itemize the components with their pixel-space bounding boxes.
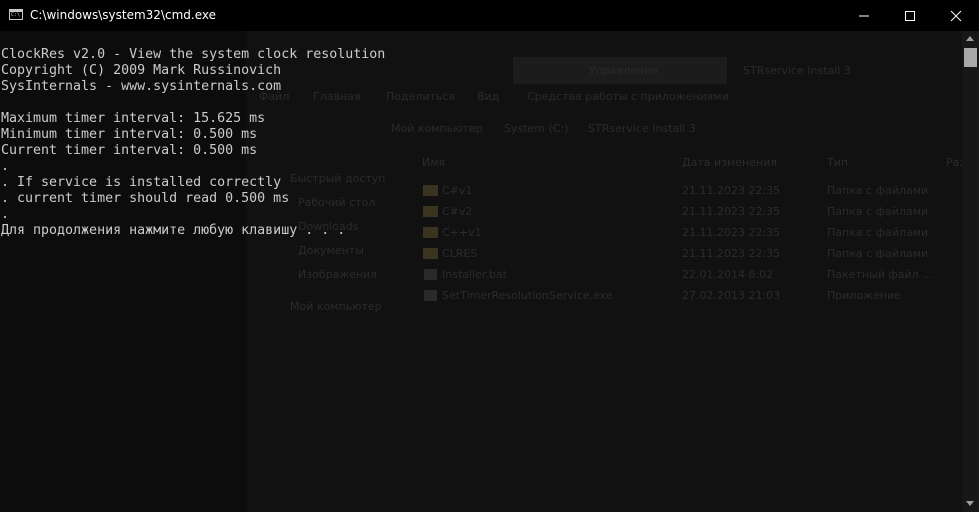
folder-icon bbox=[423, 248, 438, 259]
console-line: Maximum timer interval: 15.625 ms bbox=[1, 111, 266, 126]
close-icon bbox=[950, 10, 962, 22]
console-line: ClockRes v2.0 - View the system clock re… bbox=[1, 47, 386, 62]
file-type: Папка с файлами bbox=[827, 205, 929, 218]
file-name: Installer.bat bbox=[442, 268, 507, 281]
console-line: Minimum timer interval: 0.500 ms bbox=[1, 127, 258, 142]
file-type: Папка с файлами bbox=[827, 184, 929, 197]
sidebar-pictures: Изображения bbox=[298, 268, 377, 281]
file-type: Приложение bbox=[827, 289, 901, 302]
breadcrumb-drive: System (C:) bbox=[504, 122, 569, 135]
minimize-icon bbox=[859, 15, 869, 17]
file-name: C#v1 bbox=[442, 184, 473, 197]
console-output[interactable]: ClockRes v2.0 - View the system clock re… bbox=[1, 47, 385, 239]
vertical-scrollbar[interactable] bbox=[962, 31, 979, 512]
chevron-up-icon bbox=[966, 36, 974, 41]
file-date: 27.02.2013 21:03 bbox=[682, 289, 781, 302]
cmd-icon-text: C:\ bbox=[11, 12, 21, 18]
console-line: . bbox=[1, 207, 10, 222]
scrollbar-thumb[interactable] bbox=[964, 48, 977, 67]
console-line: Copyright (C) 2009 Mark Russinovich bbox=[1, 63, 282, 78]
title-bar[interactable]: C:\ C:\windows\system32\cmd.exe bbox=[0, 0, 979, 31]
ribbon-manage-label: Управление bbox=[589, 64, 659, 77]
maximize-button[interactable] bbox=[887, 0, 933, 31]
breadcrumb-folder: STRservice Install 3 bbox=[588, 122, 696, 135]
file-name: C#v2 bbox=[442, 205, 473, 218]
close-button[interactable] bbox=[933, 0, 979, 31]
sidebar-documents: Документы bbox=[298, 244, 364, 257]
file-date: 22.01.2014 8:02 bbox=[682, 268, 774, 281]
console-line: Current timer interval: 0.500 ms bbox=[1, 143, 258, 158]
sidebar-my-computer: Мой компьютер bbox=[290, 300, 382, 313]
console-line: . If service is installed correctly bbox=[1, 175, 282, 190]
menu-share: Поделиться bbox=[386, 90, 456, 103]
file-type: Папка с файлами bbox=[827, 226, 929, 239]
menu-app-tools: Средства работы с приложениями bbox=[527, 90, 729, 103]
file-name: SetTimerResolutionService.exe bbox=[442, 289, 613, 302]
file-type: Папка с файлами bbox=[827, 247, 929, 260]
file-date: 21.11.2023 22:35 bbox=[682, 226, 781, 239]
minimize-button[interactable] bbox=[841, 0, 887, 31]
file-date: 21.11.2023 22:35 bbox=[682, 205, 781, 218]
console-line: Для продолжения нажмите любую клавишу . … bbox=[1, 223, 346, 238]
folder-icon bbox=[423, 227, 438, 238]
menu-view: Вид bbox=[477, 90, 500, 103]
breadcrumb-computer: Мой компьютер bbox=[391, 122, 483, 135]
console-line: . bbox=[1, 159, 10, 174]
cmd-app-icon[interactable]: C:\ bbox=[9, 9, 23, 20]
explorer-title: STRservice Install 3 bbox=[743, 64, 851, 77]
window-title: C:\windows\system32\cmd.exe bbox=[30, 8, 216, 22]
folder-icon bbox=[423, 206, 438, 217]
batch-file-icon bbox=[424, 269, 437, 280]
maximize-icon bbox=[905, 11, 915, 21]
folder-icon bbox=[423, 185, 438, 196]
column-date: Дата изменения bbox=[682, 156, 777, 169]
console-line: . current timer should read 0.500 ms bbox=[1, 191, 290, 206]
file-type: Пакетный файл ... bbox=[827, 268, 933, 281]
exe-file-icon bbox=[424, 290, 437, 301]
console-line: SysInternals - www.sysinternals.com bbox=[1, 79, 282, 94]
scroll-down-button[interactable] bbox=[962, 496, 979, 512]
file-name: C++v1 bbox=[442, 226, 482, 239]
scroll-up-button[interactable] bbox=[962, 31, 979, 47]
file-date: 21.11.2023 22:35 bbox=[682, 184, 781, 197]
file-date: 21.11.2023 22:35 bbox=[682, 247, 781, 260]
chevron-down-icon bbox=[966, 501, 974, 506]
column-name: Имя bbox=[422, 156, 446, 169]
column-type: Тип bbox=[827, 156, 849, 169]
file-name: CLRES bbox=[442, 247, 478, 260]
